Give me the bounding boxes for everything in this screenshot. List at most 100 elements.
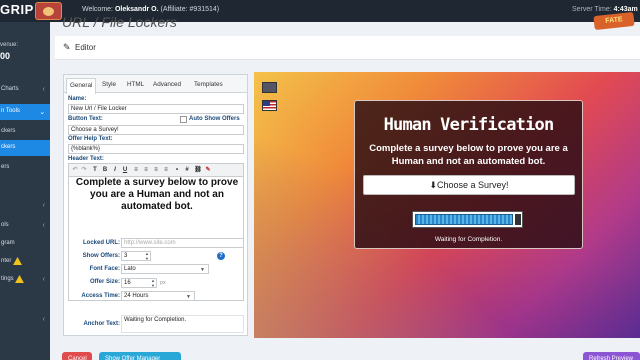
welcome-prefix: Welcome: — [82, 6, 113, 13]
sidebar-item-settings[interactable]: tings ‹ — [0, 272, 50, 288]
numbered-list-icon[interactable]: # — [183, 166, 191, 174]
locker-preview: Human Verification Complete a survey bel… — [254, 72, 640, 338]
warning-icon — [13, 257, 22, 265]
tab-templates[interactable]: Templates — [191, 78, 226, 93]
sidebar-item-label: ols — [1, 222, 9, 228]
tab-general[interactable]: General — [66, 78, 97, 94]
status-text: Waiting for Completion. — [434, 236, 503, 243]
sidebar-item-label: Charts — [1, 86, 19, 92]
sidebar-item-collapsed-2[interactable]: ‹ — [0, 312, 50, 328]
offer-help-label: Offer Help Text: — [68, 136, 113, 142]
editor-header: ✎ Editor — [55, 36, 640, 60]
warning-icon — [15, 275, 24, 283]
button-text-field[interactable]: Choose a Survey! — [68, 125, 244, 135]
anchor-text-label: Anchor Text: — [83, 321, 120, 327]
access-time-label: Access Time: — [81, 293, 120, 299]
page-title: URL / File Lockers — [62, 14, 177, 30]
sidebar-item-program[interactable]: gram — [0, 236, 50, 252]
locked-url-field[interactable]: http://www.site.com — [121, 238, 244, 248]
font-face-select[interactable]: Lato ▼ — [121, 264, 209, 274]
tab-bar: General Style HTML Advanced Templates — [64, 75, 247, 94]
bullet-list-icon[interactable]: • — [173, 166, 181, 174]
name-field[interactable]: New Url / File Locker — [68, 104, 244, 114]
rich-text-toolbar: ↶ ↷ T B I U ≡ ≡ ≡ ≡ • # ⛓ ✎ — [68, 163, 244, 177]
italic-icon[interactable]: I — [111, 166, 119, 174]
underline-icon[interactable]: U — [121, 166, 129, 174]
show-offer-manager-button[interactable]: Show Offer Manager — [99, 352, 181, 360]
auto-show-offers-checkbox[interactable] — [180, 116, 187, 123]
sidebar-item-lockers[interactable]: ckers — [0, 124, 50, 140]
chevron-left-icon: ‹ — [42, 86, 45, 93]
offer-help-field[interactable]: {%blank%} — [68, 144, 244, 154]
edit-icon: ✎ — [63, 42, 71, 52]
sidebar-item-url-lockers[interactable]: ckers — [0, 140, 50, 156]
progress-bar — [412, 211, 523, 228]
redo-icon[interactable]: ↷ — [80, 166, 88, 174]
offer-size-label: Offer Size: — [89, 279, 120, 285]
link-icon[interactable]: ⛓ — [194, 166, 202, 174]
clear-format-icon[interactable]: T — [91, 166, 99, 174]
show-offers-stepper[interactable]: ▲ ▼ — [144, 251, 150, 261]
chevron-down-icon: ▼ — [200, 267, 205, 273]
font-face-label: Font Face: — [89, 266, 120, 272]
sidebar-item-label: n Tools — [1, 108, 20, 114]
show-offers-label: Show Offers: — [82, 253, 120, 259]
tab-html[interactable]: HTML — [124, 78, 147, 93]
app-logo[interactable]: GRIP — [0, 2, 34, 17]
sidebar-item-charts[interactable]: Charts ‹ — [0, 82, 50, 98]
sidebar: venue: 00 Charts ‹ n Tools ⌄ ckers ckers… — [0, 22, 50, 360]
source-icon[interactable]: ✎ — [204, 166, 212, 174]
access-time-select[interactable]: 24 Hours ▼ — [121, 291, 195, 301]
offer-size-stepper[interactable]: ▲ ▼ — [150, 278, 156, 288]
offer-size-unit: px — [160, 280, 166, 286]
sidebar-item-collapsed[interactable]: ‹ — [0, 198, 50, 214]
sidebar-item-label: nter — [1, 258, 12, 264]
font-face-value: Lato — [124, 266, 136, 272]
help-icon[interactable]: ? — [217, 252, 225, 260]
sidebar-item-tools-2[interactable]: ols ‹ — [0, 218, 50, 234]
sidebar-item-label: ckers — [1, 144, 16, 150]
undo-icon[interactable]: ↶ — [71, 166, 79, 174]
editor-title: Editor — [75, 43, 96, 52]
download-icon: ⬇ — [429, 180, 437, 190]
bold-icon[interactable]: B — [101, 166, 109, 174]
sidebar-item-center[interactable]: nter — [0, 254, 50, 270]
header-text-label: Header Text: — [68, 156, 104, 162]
chevron-left-icon: ‹ — [42, 222, 45, 229]
sidebar-item-label: ckers — [1, 128, 16, 134]
sidebar-item-offers[interactable]: ers — [0, 160, 50, 176]
verification-modal: Human Verification Complete a survey bel… — [354, 100, 583, 249]
revenue-label: venue: — [0, 42, 19, 48]
settings-panel: General Style HTML Advanced Templates Na… — [63, 74, 248, 336]
flag-icon[interactable] — [262, 82, 277, 93]
user-name[interactable]: Oleksandr O. — [115, 6, 159, 13]
justify-icon[interactable]: ≡ — [162, 166, 170, 174]
auto-show-offers-label: Auto Show Offers — [189, 116, 240, 122]
locked-url-label: Locked URL: — [82, 240, 120, 246]
access-time-value: 24 Hours — [124, 293, 149, 299]
refresh-preview-button[interactable]: Refresh Preview — [583, 352, 640, 360]
sidebar-item-label: ers — [1, 164, 10, 170]
choose-survey-button[interactable]: ⬇Choose a Survey! — [363, 175, 575, 195]
anchor-text-field[interactable]: Waiting for Completion. — [121, 315, 244, 333]
affiliate-id: (Affiliate: #931514) — [160, 6, 220, 13]
header-text-content: Complete a survey below to prove you are… — [75, 177, 239, 212]
cancel-button[interactable]: Cancel — [62, 352, 92, 360]
align-left-icon[interactable]: ≡ — [132, 166, 140, 174]
welcome-text: Welcome: Oleksandr O. (Affiliate: #93151… — [82, 6, 219, 13]
brand-badge: FATE — [593, 11, 635, 31]
progress-fill — [415, 214, 513, 225]
server-time-label: Server Time: — [572, 6, 612, 13]
tab-style[interactable]: Style — [99, 78, 119, 93]
chevron-left-icon: ‹ — [42, 276, 45, 283]
chevron-left-icon: ‹ — [42, 202, 45, 209]
align-right-icon[interactable]: ≡ — [152, 166, 160, 174]
sidebar-item-tools[interactable]: n Tools ⌄ — [0, 104, 50, 120]
logo-mascot-icon — [35, 2, 62, 20]
chevron-left-icon: ‹ — [42, 316, 45, 323]
modal-subtitle: Complete a survey below to prove you are… — [369, 143, 568, 167]
align-center-icon[interactable]: ≡ — [142, 166, 150, 174]
tab-advanced[interactable]: Advanced — [150, 78, 184, 93]
us-flag-icon[interactable] — [262, 100, 277, 111]
chevron-down-icon: ⌄ — [39, 109, 45, 116]
